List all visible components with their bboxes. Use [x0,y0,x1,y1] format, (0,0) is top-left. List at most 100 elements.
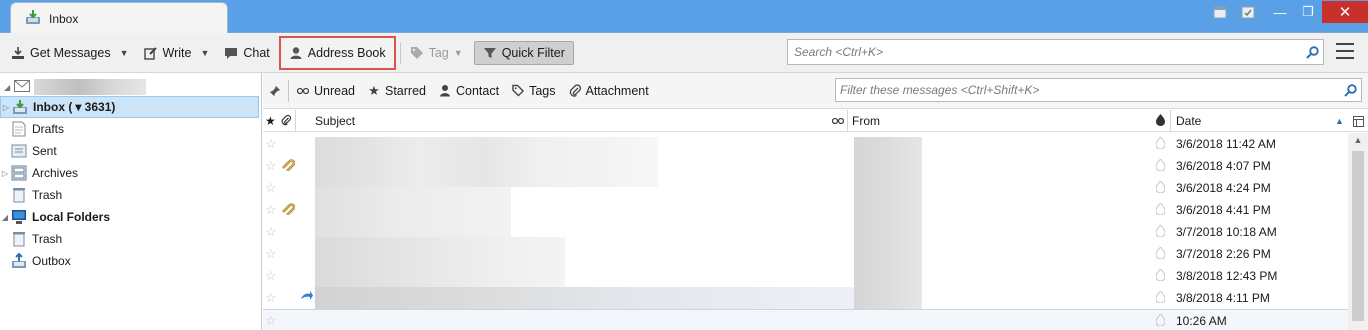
tab-inbox[interactable]: Inbox [10,2,228,34]
archives-twisty[interactable]: ▷ [0,169,10,178]
star-toggle-icon[interactable]: ☆ [265,290,277,306]
from-column-header[interactable]: From [852,110,880,132]
subject-column-header[interactable]: Subject [315,110,355,132]
inbox-twisty[interactable]: ▷ [1,103,11,112]
sticky-filter-button[interactable] [269,84,281,98]
thread-scrollbar[interactable]: ▲ [1348,133,1368,330]
write-label: Write [162,45,192,60]
from-header-label: From [852,114,880,128]
chat-label: Chat [243,45,270,60]
starred-column-header[interactable]: ★ [265,110,276,132]
message-row[interactable]: ☆ 3/6/2018 4:07 PM [263,155,1348,177]
junk-status-icon[interactable] [1155,246,1166,262]
folder-sent[interactable]: Sent [10,140,259,162]
column-divider[interactable] [847,110,848,132]
star-toggle-icon[interactable]: ☆ [265,202,277,218]
folder-archives[interactable]: ▷ Archives [0,162,259,184]
get-messages-label: Get Messages [30,45,111,60]
quick-filter-button[interactable]: Quick Filter [473,40,574,65]
folder-inbox[interactable]: ▷ Inbox ( ▾ 3631) [0,96,259,118]
calendar-icon[interactable] [1210,2,1230,22]
star-toggle-icon[interactable]: ☆ [265,268,277,284]
folder-local-folders[interactable]: ◢ Local Folders [0,206,259,228]
folder-outbox[interactable]: Outbox [10,250,259,272]
envelope-icon [14,79,31,95]
message-row[interactable]: ☆ 3/6/2018 4:24 PM [263,177,1348,199]
message-row[interactable]: ☆ 10:26 AM [263,309,1348,330]
tag-button[interactable]: Tag ▼ [405,39,468,67]
app-menu-icon[interactable] [1336,43,1354,59]
search-icon[interactable] [1301,45,1323,59]
archives-icon [10,165,28,181]
quick-filter-bar: Unread ★ Starred Contact Tags Attachment… [263,73,1368,109]
restore-button[interactable]: ❐ [1294,1,1322,23]
tag-dropdown-arrow: ▼ [453,47,463,58]
star-toggle-icon[interactable]: ☆ [265,224,277,240]
folder-trash[interactable]: Trash [10,184,259,206]
message-date: 10:26 AM [1176,314,1227,328]
junk-status-icon[interactable] [1155,290,1166,306]
account-twisty[interactable]: ◢ [4,83,10,92]
junk-status-icon[interactable] [1155,268,1166,284]
star-toggle-icon[interactable]: ☆ [265,136,277,152]
close-button[interactable]: ✕ [1322,1,1368,23]
column-picker-icon[interactable] [1353,110,1364,132]
message-row[interactable]: ☆ 3/6/2018 4:41 PM [263,199,1348,221]
contact-label: Contact [456,83,500,98]
get-messages-dropdown[interactable]: ▼ [116,48,133,58]
minimize-button[interactable]: — [1266,1,1294,23]
column-divider[interactable] [1170,110,1171,132]
message-row[interactable]: ☆ 3/6/2018 11:42 AM [263,133,1348,155]
message-row[interactable]: ☆ 3/7/2018 2:26 PM [263,243,1348,265]
chat-button[interactable]: Chat [219,39,274,67]
inbox-icon [11,99,29,115]
scroll-up-arrow[interactable]: ▲ [1348,135,1368,145]
sent-icon [10,143,28,159]
filter-starred-button[interactable]: ★ Starred [368,83,426,99]
message-row[interactable]: ☆ 3/8/2018 4:11 PM [263,287,1348,309]
junk-status-icon[interactable] [1155,180,1166,196]
address-book-button[interactable]: Address Book [278,35,396,70]
junk-status-icon[interactable] [1155,313,1166,329]
pin-icon [269,84,281,98]
filter-unread-button[interactable]: Unread [297,84,355,98]
tab-label: Inbox [49,11,79,26]
filter-messages-input[interactable]: Filter these messages <Ctrl+Shift+K> [835,78,1362,102]
folder-drafts[interactable]: Drafts [10,118,259,140]
folder-local-trash[interactable]: Trash [10,228,259,250]
message-row[interactable]: ☆ 3/7/2018 10:18 AM [263,221,1348,243]
date-column-header[interactable]: Date [1176,110,1201,132]
junk-status-icon[interactable] [1155,136,1166,152]
column-divider[interactable] [295,110,296,132]
filter-contact-button[interactable]: Contact [439,84,499,98]
account-row[interactable]: ◢ [4,77,258,97]
star-icon: ★ [265,114,276,128]
write-button[interactable]: Write [139,39,197,67]
star-toggle-icon[interactable]: ☆ [265,180,277,196]
tags-icon [512,84,525,97]
search-icon[interactable] [1339,83,1361,97]
attachment-column-header[interactable] [281,110,292,132]
write-dropdown[interactable]: ▼ [196,48,213,58]
junk-status-icon[interactable] [1155,158,1166,174]
drafts-icon [10,121,28,137]
filter-attachment-button[interactable]: Attachment [569,84,649,98]
starred-label: Starred [385,83,426,98]
tasks-icon[interactable] [1238,2,1258,22]
filter-tags-button[interactable]: Tags [512,84,556,98]
message-row[interactable]: ☆ 3/8/2018 12:43 PM [263,265,1348,287]
scroll-thumb[interactable] [1352,151,1364,321]
junk-column-header[interactable] [1156,110,1165,132]
star-toggle-icon[interactable]: ☆ [265,246,277,262]
junk-status-icon[interactable] [1155,202,1166,218]
star-toggle-icon[interactable]: ☆ [265,313,277,329]
thread-column-header[interactable] [831,110,845,132]
trash-icon [10,187,28,203]
replied-arrow-icon [300,291,313,305]
local-folders-twisty[interactable]: ◢ [0,213,10,222]
get-messages-button[interactable]: Get Messages [6,39,116,67]
quick-filter-label: Quick Filter [501,45,565,60]
global-search-input[interactable]: Search <Ctrl+K> [787,39,1324,65]
star-toggle-icon[interactable]: ☆ [265,158,277,174]
junk-status-icon[interactable] [1155,224,1166,240]
